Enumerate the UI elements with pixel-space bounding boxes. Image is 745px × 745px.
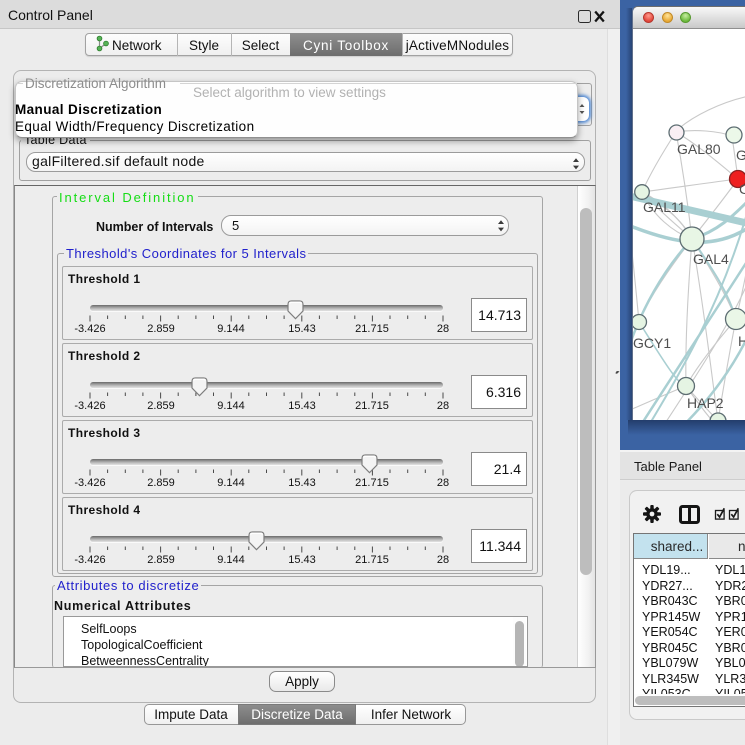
svg-text:GAL80: GAL80 [677, 141, 721, 157]
svg-text:GAL4: GAL4 [693, 251, 729, 267]
svg-text:GAL11: GAL11 [643, 199, 686, 215]
svg-text:C: C [739, 181, 745, 197]
svg-text:H: H [738, 333, 745, 349]
svg-text:HAP2: HAP2 [687, 395, 724, 411]
svg-text:GA: GA [736, 147, 745, 163]
svg-text:GCY1: GCY1 [633, 335, 671, 351]
